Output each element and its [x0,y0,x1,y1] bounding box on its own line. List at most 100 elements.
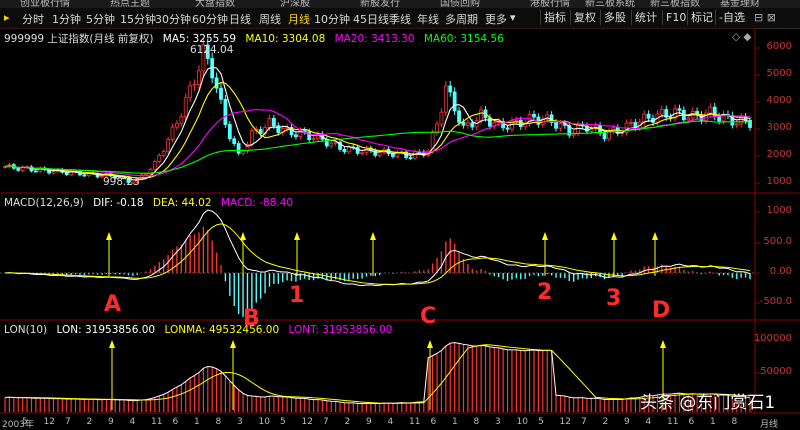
ma10-line [4,81,751,179]
candle-body [272,118,276,127]
candle-body [157,154,162,162]
candle-body [457,110,461,123]
candle-body [465,122,470,126]
candle-body [342,148,347,153]
y-tick: 50000 [760,366,792,377]
chart-canvas [0,27,800,414]
y-tick: 3000 [766,122,792,133]
candle-body [479,109,483,121]
ma20-value: MA20: 3413.30 [334,33,415,45]
dif-line [4,209,751,287]
candle-body [505,127,510,130]
candle-body [448,85,453,93]
signal-arrow-head [611,232,617,240]
macd-title: MACD(12,26,9) [4,197,84,209]
candle-body [16,167,21,171]
lon-title: LON(10) [4,324,48,336]
lon-line [4,342,751,405]
macd-value: MACD: -88.40 [220,197,294,209]
candle-body [267,118,272,128]
low-price-label: 998.23 [103,176,140,188]
candle-body [346,146,351,153]
candle-body [329,142,334,147]
x-tick: 月线 [760,420,779,430]
signal-arrow-head [294,232,300,240]
marker-c: C [420,304,437,329]
macd-panel-header: MACD(12,26,9) DIF: -0.18 DEA: 44.02 MACD… [4,197,299,209]
candle-body [646,113,651,119]
candle-body [166,139,171,153]
ma60-line [4,120,751,174]
candle-body [518,119,523,128]
candle-body [161,151,166,156]
lonma-line [4,344,751,404]
candle-body [214,77,219,89]
y-tick: 6000 [766,41,792,52]
y-tick: 0.00 [769,266,792,277]
y-tick: 500.0 [763,236,792,247]
dif-value: DIF: -0.18 [93,197,144,209]
ma60-value: MA60: 3154.56 [423,33,504,45]
lon-value: LON: 31953856.00 [56,324,156,336]
candle-body [443,85,448,113]
candle-body [360,152,364,155]
candle-body [307,131,312,141]
signal-arrow-head [660,340,666,348]
candle-body [461,121,466,126]
y-tick: 1000 [766,176,792,187]
lont-value: LONT: 31953856.00 [288,324,393,336]
candle-body [188,85,193,99]
marker-a: A [104,292,122,317]
candle-body [311,138,316,141]
candle-body [558,123,563,129]
x-tick: 2003年 [2,420,34,430]
candle-body [241,150,245,154]
candle-body [717,116,722,122]
panel-toggle-icons[interactable]: ◇ ◆ [732,31,752,43]
candle-body [227,124,232,140]
candle-body [629,122,633,124]
ma10-value: MA10: 3304.08 [245,33,326,45]
candle-body [470,122,475,128]
candle-body [192,84,197,87]
candle-body [219,87,223,100]
candle-body [686,117,691,121]
candle-body [377,151,382,156]
high-price-label: 6124.04 [190,44,234,56]
candle-body [452,91,457,112]
lon-panel-header: LON(10) LON: 31953856.00 LONMA: 49532456… [4,324,398,336]
candle-body [408,157,413,159]
candle-body [659,109,664,115]
candle-body [33,170,38,173]
candle-body [82,174,87,177]
candle-body [183,97,188,118]
dea-value: DEA: 44.02 [152,197,212,209]
lonma-value: LONMA: 49532456.00 [164,324,280,336]
candle-body [677,108,682,111]
candle-body [232,138,237,144]
signal-arrow-head [230,340,236,348]
signal-arrow-head [109,340,115,348]
y-tick: -500.0 [759,296,792,307]
candle-body [704,112,708,121]
candle-body [435,123,439,134]
marker-2: 2 [537,280,553,305]
main-y-axis: 6000 5000 4000 3000 2000 1000 1000 500.0… [753,0,800,426]
candle-body [532,114,536,118]
signal-arrow-head [240,232,246,240]
candle-body [642,113,647,123]
y-tick: 1000 [766,205,792,216]
y-tick: 5000 [766,68,792,79]
candle-body [51,171,56,174]
main-panel-header: 999999 上证指数(月线 前复权) MA5: 3255.59 MA10: 3… [4,31,510,46]
ma20-line [4,108,751,177]
candle-body [152,161,157,170]
candle-body [294,134,298,138]
signal-arrow-head [542,232,548,240]
dea-line [4,223,751,285]
marker-d: D [652,298,671,323]
candle-body [258,129,263,134]
candle-body [488,117,492,127]
candle-body [602,132,607,140]
y-tick: 100000 [753,333,792,344]
